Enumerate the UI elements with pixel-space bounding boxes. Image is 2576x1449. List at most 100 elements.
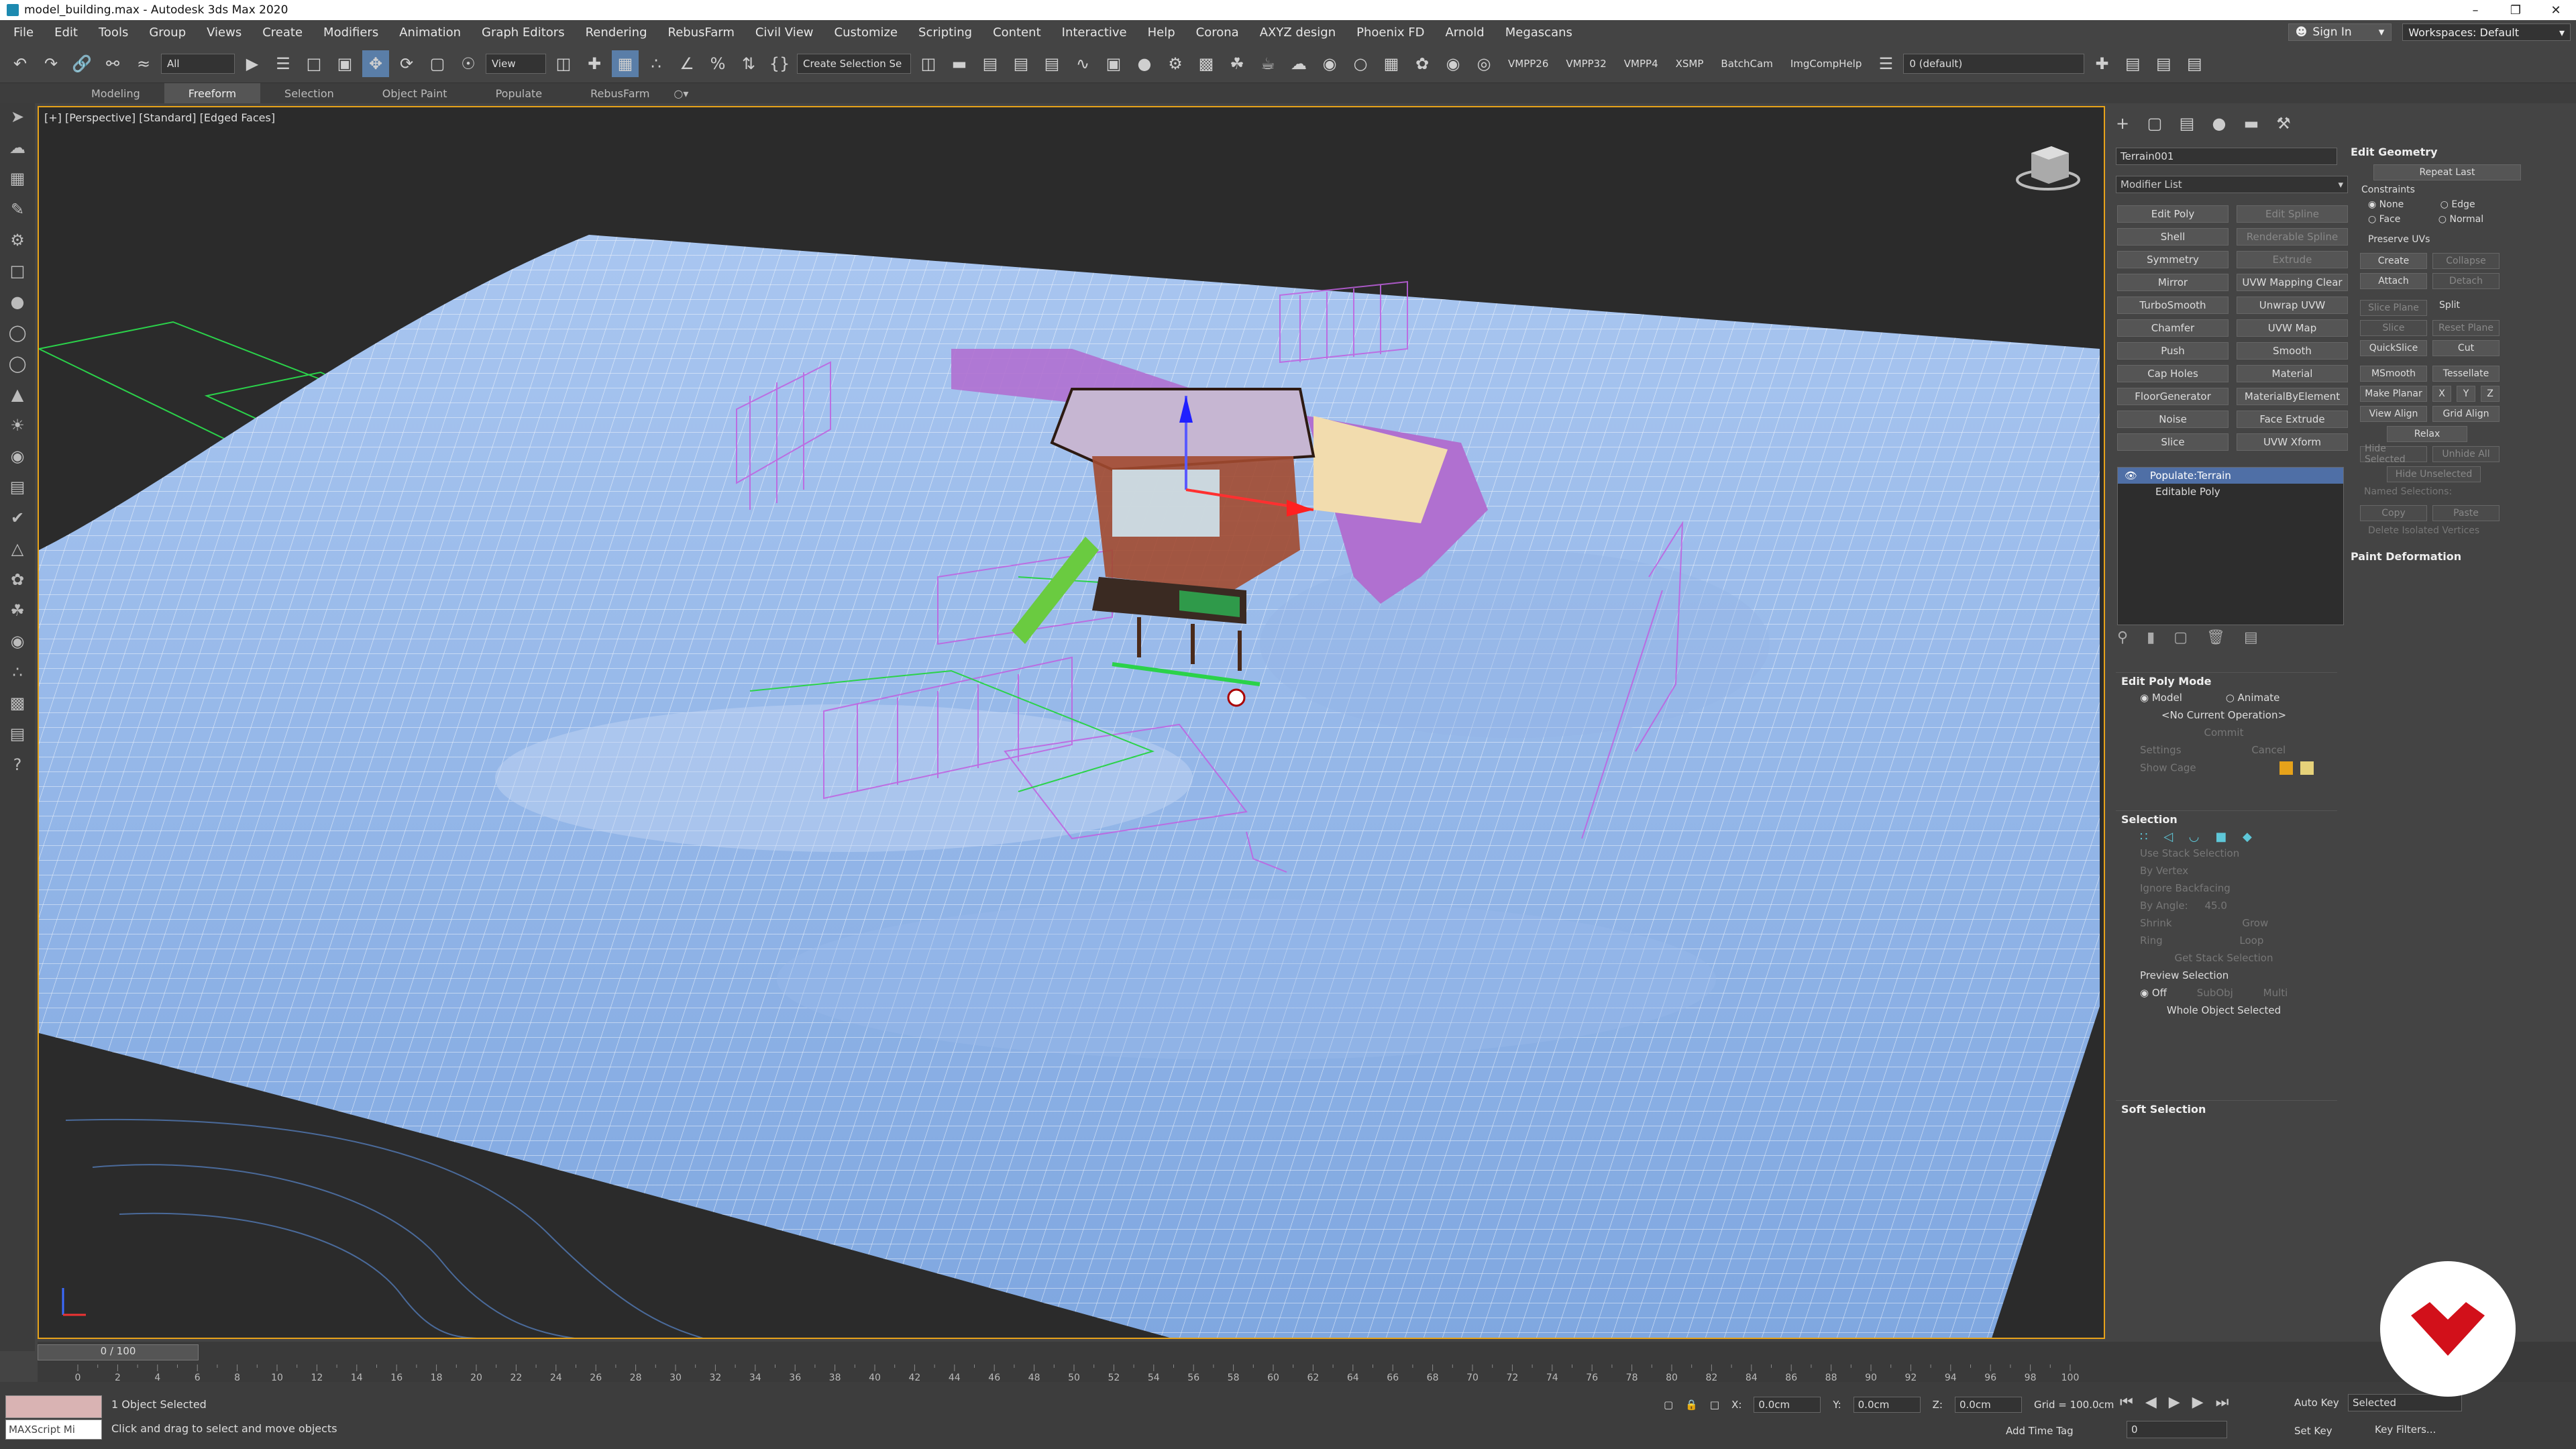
mod-unwrap-uvw-button[interactable]: Unwrap UVW bbox=[2237, 297, 2348, 314]
maxscript-mini-listener[interactable]: MAXScript Mi bbox=[5, 1419, 102, 1440]
keyboard-shortcut-icon[interactable]: ▦ bbox=[612, 50, 639, 77]
modifier-list-dropdown[interactable]: Modifier List ▾ bbox=[2116, 176, 2348, 193]
undo-icon[interactable]: ↶ bbox=[7, 50, 34, 77]
make-unique-icon[interactable]: ▢ bbox=[2174, 629, 2188, 646]
angle-snap-icon[interactable]: ∠ bbox=[674, 50, 700, 77]
create-button[interactable]: Create bbox=[2360, 253, 2427, 269]
element-icon[interactable]: ◆ bbox=[2243, 830, 2252, 844]
render-icon[interactable]: ☘ bbox=[1224, 50, 1250, 77]
loop-button[interactable]: Loop bbox=[2239, 934, 2263, 947]
mod-extrude-button[interactable]: Extrude bbox=[2237, 251, 2348, 268]
add-to-layer-icon[interactable]: ✚ bbox=[2088, 50, 2115, 77]
remove-modifier-icon[interactable]: 🗑 bbox=[2206, 629, 2225, 646]
set-key-button[interactable]: Set Key bbox=[2294, 1425, 2332, 1437]
menu-tools[interactable]: Tools bbox=[91, 25, 141, 40]
previous-frame-icon[interactable]: ◀ bbox=[2145, 1394, 2157, 1411]
cone-icon[interactable]: ▲ bbox=[7, 384, 28, 405]
soft-selection-header[interactable]: Soft Selection bbox=[2116, 1100, 2337, 1118]
vertex-icon[interactable]: ∷ bbox=[2140, 830, 2147, 844]
menu-edit[interactable]: Edit bbox=[46, 25, 91, 40]
grid-align-button[interactable]: Grid Align bbox=[2432, 406, 2500, 422]
menu-rendering[interactable]: Rendering bbox=[578, 25, 660, 40]
helper-icon[interactable]: △ bbox=[7, 538, 28, 559]
detach-button[interactable]: Detach bbox=[2432, 273, 2500, 289]
cylinder-icon[interactable]: ◯ bbox=[7, 322, 28, 343]
modify-tab-icon[interactable]: ▢ bbox=[2145, 114, 2164, 133]
mod-mirror-button[interactable]: Mirror bbox=[2117, 274, 2229, 291]
percent-snap-icon[interactable]: % bbox=[704, 50, 731, 77]
layer-manager-icon[interactable]: ☰ bbox=[1872, 50, 1899, 77]
msmooth-button[interactable]: MSmooth bbox=[2360, 366, 2427, 382]
time-slider[interactable]: 0 / 100 bbox=[38, 1344, 199, 1360]
menu-corona[interactable]: Corona bbox=[1188, 25, 1252, 40]
snap-toggle-icon[interactable]: ∴ bbox=[643, 50, 669, 77]
angle-input[interactable]: 45.0 bbox=[2204, 900, 2226, 912]
torus-icon[interactable]: ◯ bbox=[7, 353, 28, 374]
mirror-icon[interactable]: ◫ bbox=[915, 50, 942, 77]
plant-icon[interactable]: ☘ bbox=[7, 600, 28, 621]
make-planar-button[interactable]: Make Planar bbox=[2360, 386, 2427, 402]
cloud-icon[interactable]: ☁ bbox=[7, 137, 28, 158]
grid-tool-icon[interactable]: ▦ bbox=[1378, 50, 1405, 77]
slice-plane-button[interactable]: Slice Plane bbox=[2360, 300, 2427, 316]
color-tool-icon[interactable]: ✿ bbox=[1409, 50, 1436, 77]
tape-icon[interactable]: ✔ bbox=[7, 507, 28, 529]
mod-edit-poly-button[interactable]: Edit Poly bbox=[2117, 205, 2229, 223]
view-align-button[interactable]: View Align bbox=[2360, 406, 2427, 422]
selection-header[interactable]: Selection bbox=[2116, 810, 2337, 828]
unhide-all-button[interactable]: Unhide All bbox=[2432, 446, 2500, 462]
by-vertex-checkbox[interactable]: By Vertex bbox=[2116, 863, 2337, 880]
box-icon[interactable]: □ bbox=[7, 260, 28, 282]
hide-unselected-button[interactable]: Hide Unselected bbox=[2387, 466, 2481, 482]
menu-content[interactable]: Content bbox=[985, 25, 1054, 40]
use-stack-selection-checkbox[interactable]: Use Stack Selection bbox=[2116, 845, 2337, 863]
display-tab-icon[interactable]: ▬ bbox=[2242, 114, 2261, 133]
show-cage-label[interactable]: Show Cage bbox=[2140, 762, 2196, 774]
y-coordinate-field[interactable]: 0.0cm bbox=[1853, 1397, 1921, 1413]
rect-selection-icon[interactable]: □ bbox=[301, 50, 327, 77]
multi-radio-label[interactable]: Multi bbox=[2263, 987, 2288, 999]
align-icon[interactable]: ▬ bbox=[946, 50, 973, 77]
menu-axyz-design[interactable]: AXYZ design bbox=[1252, 25, 1348, 40]
viewport-label[interactable]: [+] [Perspective] [Standard] [Edged Face… bbox=[44, 111, 275, 124]
close-button[interactable]: ✕ bbox=[2536, 0, 2576, 20]
edit-geometry-header[interactable]: Edit Geometry bbox=[2341, 144, 2569, 160]
none-radio[interactable]: ◉ bbox=[2368, 199, 2379, 210]
menu-megascans[interactable]: Megascans bbox=[1497, 25, 1585, 40]
paste-button[interactable]: Paste bbox=[2432, 505, 2500, 521]
cancel-button[interactable]: Cancel bbox=[2251, 744, 2286, 756]
border-icon[interactable]: ◡ bbox=[2189, 830, 2200, 844]
mod-chamfer-button[interactable]: Chamfer bbox=[2117, 319, 2229, 337]
menu-customize[interactable]: Customize bbox=[826, 25, 910, 40]
slice-button[interactable]: Slice bbox=[2360, 320, 2427, 336]
file-icon[interactable]: ▤ bbox=[7, 723, 28, 745]
tab-object-paint[interactable]: Object Paint bbox=[358, 87, 472, 100]
preserve-uvs-checkbox[interactable]: Preserve UVs bbox=[2341, 234, 2569, 249]
render-setup-icon[interactable]: ⚙ bbox=[1162, 50, 1189, 77]
corona-icon[interactable]: ◉ bbox=[1316, 50, 1343, 77]
menu-graph-editors[interactable]: Graph Editors bbox=[474, 25, 578, 40]
workspace-dropdown[interactable]: Workspaces: Default ▾ bbox=[2402, 23, 2571, 41]
grow-button[interactable]: Grow bbox=[2242, 917, 2268, 929]
edge-icon[interactable]: ◁ bbox=[2163, 830, 2173, 844]
tab-modeling[interactable]: Modeling bbox=[67, 87, 164, 100]
delete-isolated-checkbox[interactable]: Delete Isolated Vertices bbox=[2341, 525, 2569, 540]
play-icon[interactable]: ▶ bbox=[2169, 1394, 2180, 1411]
subobj-radio-label[interactable]: SubObj bbox=[2197, 987, 2233, 999]
scene-icon[interactable]: ▦ bbox=[7, 168, 28, 189]
current-frame-field[interactable]: 0 bbox=[2127, 1421, 2227, 1438]
mod-slice-button[interactable]: Slice bbox=[2117, 433, 2229, 451]
schematic-view-icon[interactable]: ▣ bbox=[1100, 50, 1127, 77]
render-cloud-icon[interactable]: ☁ bbox=[1285, 50, 1312, 77]
face-radio[interactable]: ○ bbox=[2368, 214, 2379, 225]
script-button-vmpp26[interactable]: VMPP26 bbox=[1501, 58, 1555, 70]
stack-item-editable-poly[interactable]: Editable Poly bbox=[2118, 484, 2343, 500]
script-button-batchcam[interactable]: BatchCam bbox=[1714, 58, 1779, 70]
selection-filter-dropdown[interactable]: All bbox=[161, 53, 235, 74]
hide-selected-button[interactable]: Hide Selected bbox=[2360, 443, 2427, 465]
mod-turbosmooth-button[interactable]: TurboSmooth bbox=[2117, 297, 2229, 314]
configure-sets-icon[interactable]: ▤ bbox=[2244, 629, 2258, 646]
polygon-icon[interactable]: ■ bbox=[2215, 830, 2226, 844]
script-button-vmpp4[interactable]: VMPP4 bbox=[1617, 58, 1665, 70]
quick-render-icon[interactable]: ◎ bbox=[1470, 50, 1497, 77]
